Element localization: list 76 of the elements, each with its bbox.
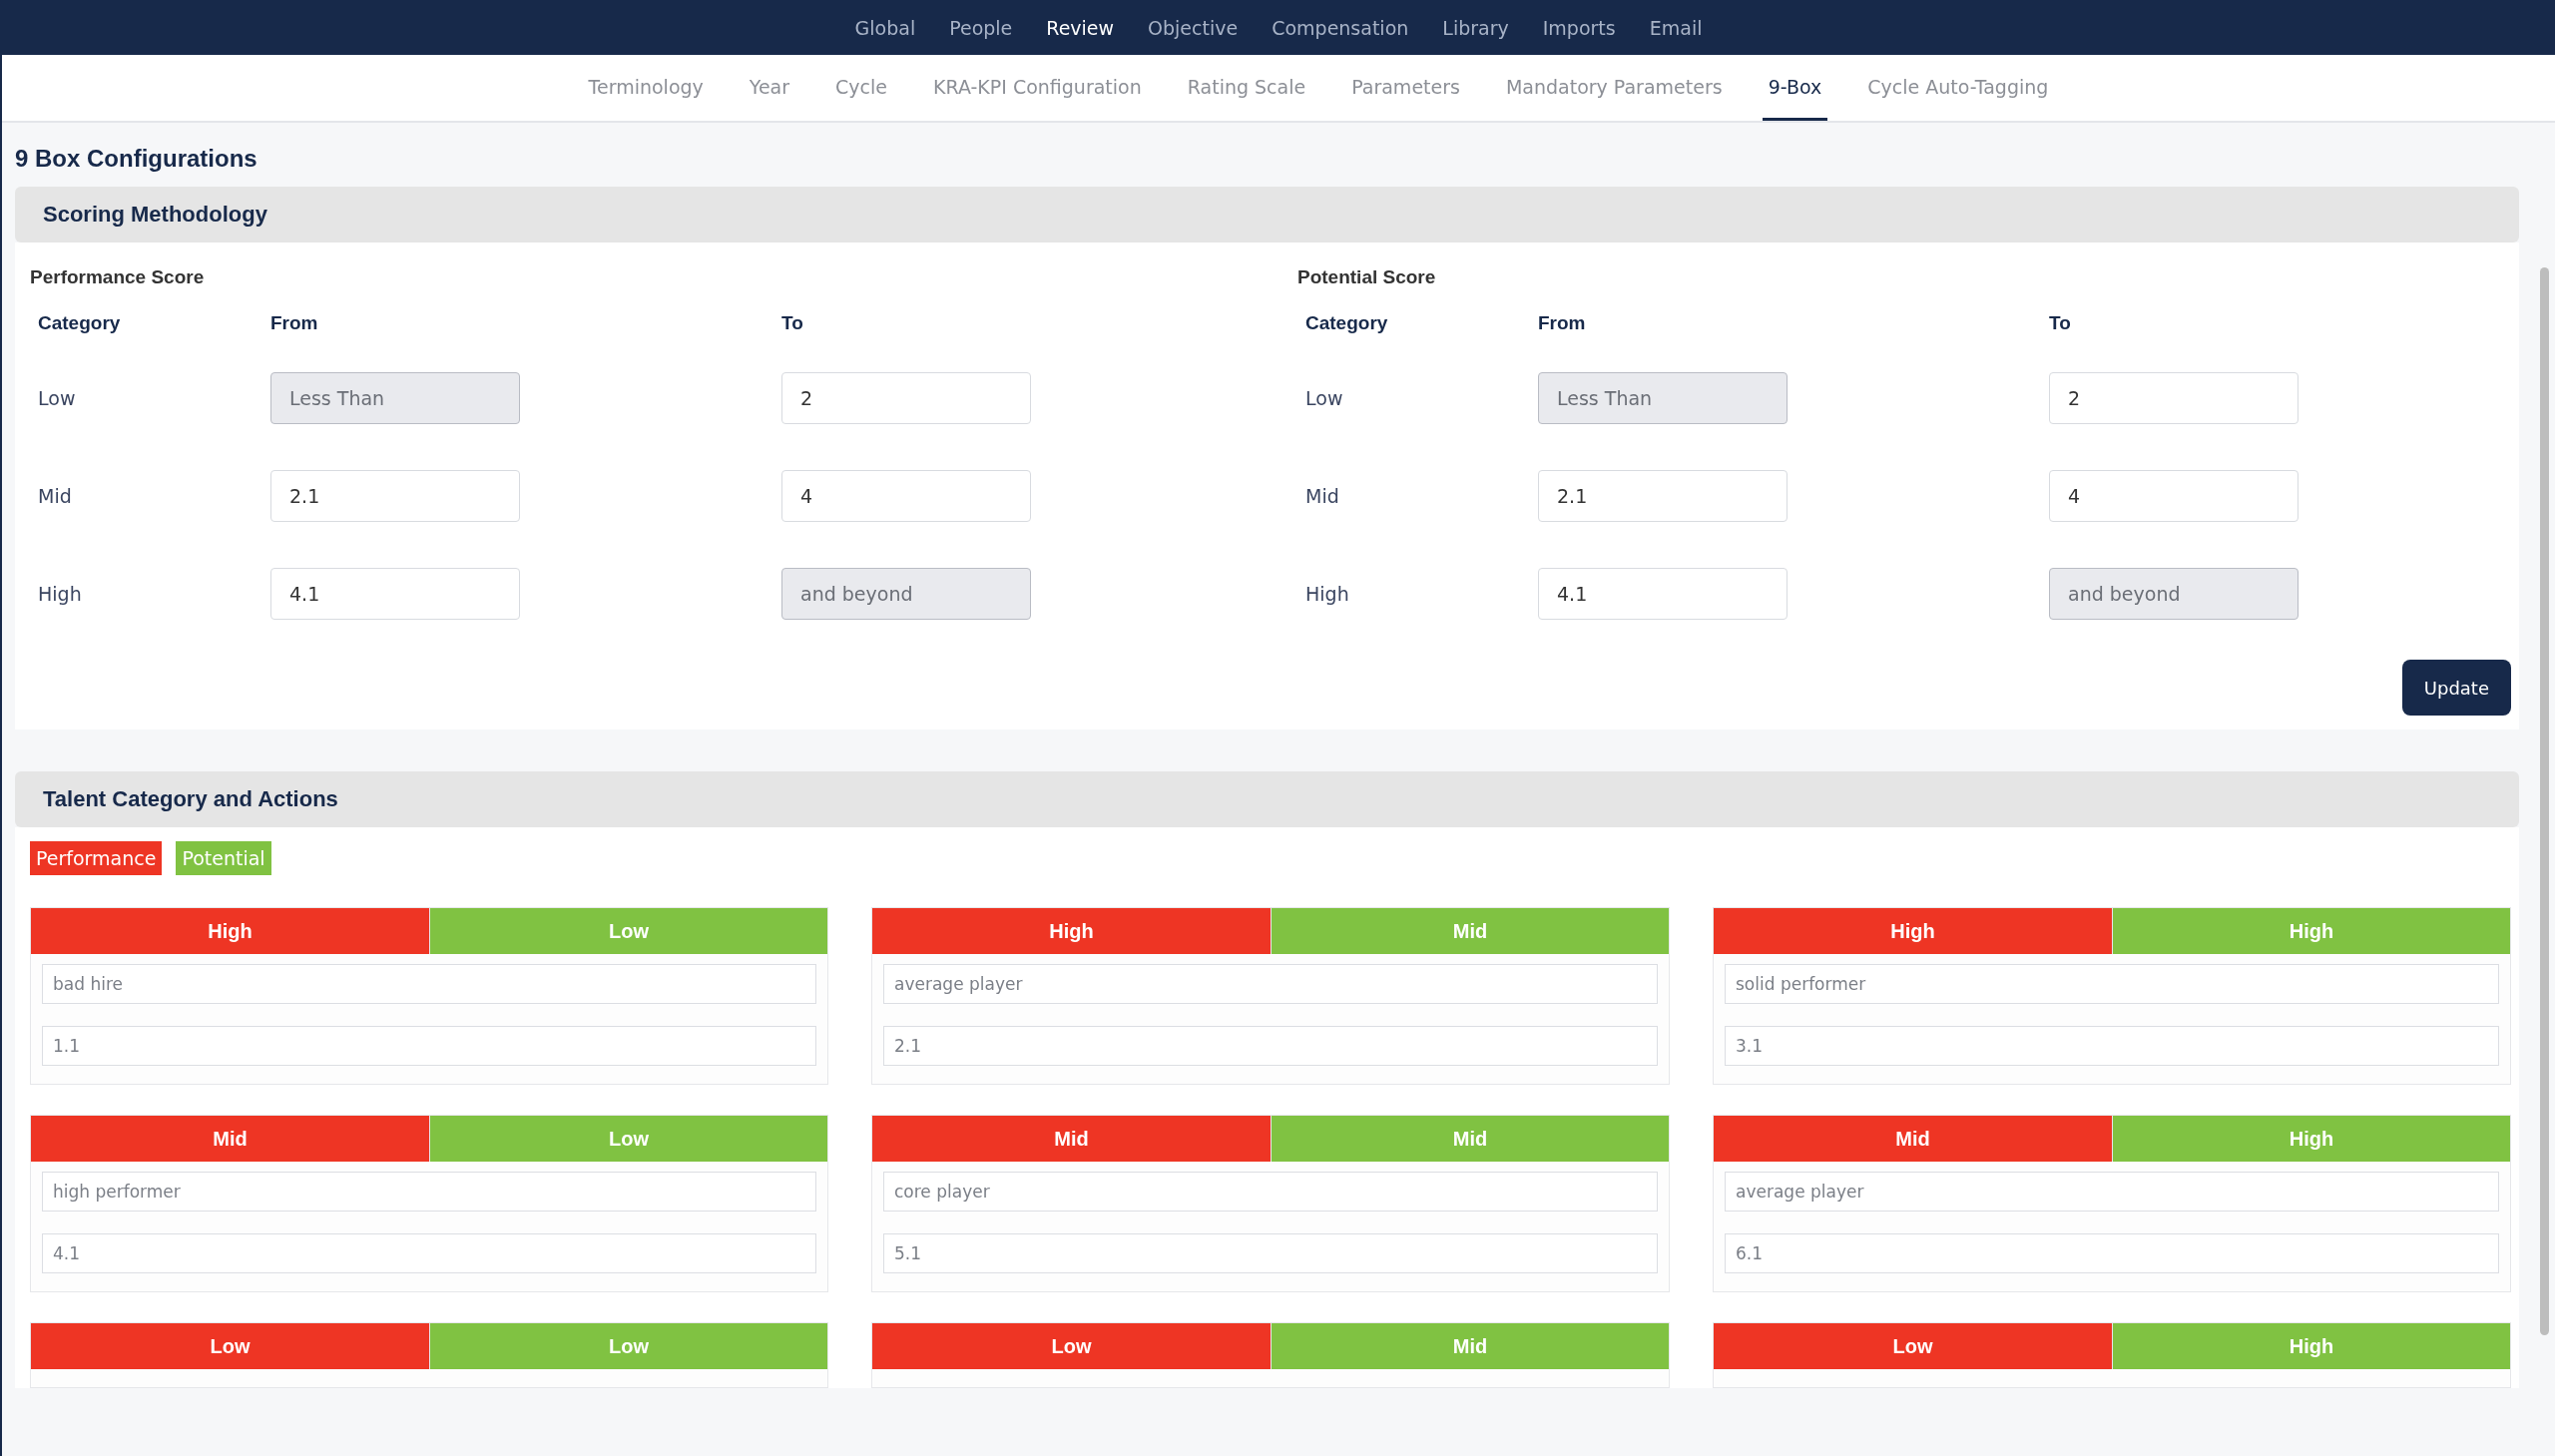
- performance-header: Mid: [872, 1116, 1271, 1162]
- category-name-field[interactable]: solid performer: [1725, 964, 2499, 1004]
- performance-header: Mid: [31, 1116, 429, 1162]
- score-title: Performance Score: [30, 266, 206, 288]
- nav-tab[interactable]: Objective: [1148, 16, 1239, 39]
- category-label: High: [38, 583, 83, 605]
- update-button[interactable]: Update: [2401, 660, 2511, 716]
- from-field[interactable]: 2.1: [270, 470, 520, 522]
- sub-nav-tab[interactable]: Mandatory Parameters: [1499, 55, 1729, 121]
- to-field[interactable]: 4: [781, 470, 1031, 522]
- to-field[interactable]: 4: [2049, 470, 2299, 522]
- nav-tab[interactable]: Email: [1649, 16, 1703, 39]
- potential-header: Low: [429, 908, 827, 954]
- section-header: Talent Category and Actions: [15, 771, 2519, 827]
- sub-nav-tab[interactable]: Terminology: [582, 55, 710, 121]
- sub-nav-tab[interactable]: Rating Scale: [1181, 55, 1312, 121]
- potential-header: Mid: [1271, 1116, 1669, 1162]
- nav-tab[interactable]: Compensation: [1272, 16, 1409, 39]
- section-header: Scoring Methodology: [15, 187, 2519, 243]
- from-field[interactable]: 4.1: [1538, 568, 1788, 620]
- potential-header: High: [2112, 1323, 2510, 1369]
- nav-tab[interactable]: Review: [1046, 16, 1115, 39]
- score-field[interactable]: 1.1: [42, 1026, 816, 1066]
- category-name-field[interactable]: core player: [883, 1172, 1658, 1212]
- sub-nav-tab[interactable]: Cycle: [829, 55, 893, 121]
- from-field[interactable]: 2.1: [1538, 470, 1788, 522]
- category-label: Mid: [38, 485, 73, 507]
- column-header: From: [270, 312, 319, 334]
- category-name-field[interactable]: high performer: [42, 1172, 816, 1212]
- potential-header: Low: [429, 1116, 827, 1162]
- performance-header: High: [872, 908, 1271, 954]
- scrollbar[interactable]: [2539, 267, 2549, 1335]
- column-header: To: [2049, 312, 2072, 334]
- category-name-field[interactable]: average player: [883, 964, 1658, 1004]
- potential-header: Low: [429, 1323, 827, 1369]
- category-name-field[interactable]: average player: [1725, 1172, 2499, 1212]
- sub-nav-tab[interactable]: Year: [743, 55, 796, 121]
- category-label: Mid: [1305, 485, 1340, 507]
- category-label: Low: [38, 387, 77, 409]
- score-title: Potential Score: [1297, 266, 1437, 288]
- potential-header: High: [2112, 908, 2510, 954]
- sub-nav-tab[interactable]: 9-Box: [1762, 55, 1828, 121]
- category-label: Low: [1305, 387, 1344, 409]
- score-field[interactable]: 4.1: [42, 1233, 816, 1273]
- sub-nav-tab[interactable]: Parameters: [1345, 55, 1466, 121]
- performance-header: High: [31, 908, 429, 954]
- nav-tab[interactable]: Library: [1442, 16, 1509, 39]
- to-field[interactable]: 2: [781, 372, 1031, 424]
- performance-header: Low: [1714, 1323, 2112, 1369]
- score-field[interactable]: 5.1: [883, 1233, 1658, 1273]
- score-field[interactable]: 3.1: [1725, 1026, 2499, 1066]
- score-field[interactable]: 6.1: [1725, 1233, 2499, 1273]
- potential-header: High: [2112, 1116, 2510, 1162]
- score-field[interactable]: 2.1: [883, 1026, 1658, 1066]
- category-name-field[interactable]: bad hire: [42, 964, 816, 1004]
- from-field[interactable]: 4.1: [270, 568, 520, 620]
- column-header: Category: [1305, 312, 1389, 334]
- performance-header: Low: [872, 1323, 1271, 1369]
- performance-header: Mid: [1714, 1116, 2112, 1162]
- to-field[interactable]: 2: [2049, 372, 2299, 424]
- column-header: To: [781, 312, 804, 334]
- legend-tag: Performance: [30, 841, 163, 875]
- sub-nav-tab[interactable]: KRA-KPI Configuration: [927, 55, 1148, 121]
- performance-header: High: [1714, 908, 2112, 954]
- page-title: 9 Box Configurations: [15, 144, 258, 174]
- category-label: High: [1305, 583, 1350, 605]
- sub-nav-tab[interactable]: Cycle Auto-Tagging: [1861, 55, 2055, 121]
- nav-tab[interactable]: People: [949, 16, 1013, 39]
- column-header: Category: [38, 312, 122, 334]
- potential-header: Mid: [1271, 908, 1669, 954]
- potential-header: Mid: [1271, 1323, 1669, 1369]
- nav-tab[interactable]: Imports: [1542, 16, 1616, 39]
- legend-tag: Potential: [176, 841, 271, 875]
- nav-tab[interactable]: Global: [854, 16, 916, 39]
- column-header: From: [1538, 312, 1587, 334]
- performance-header: Low: [31, 1323, 429, 1369]
